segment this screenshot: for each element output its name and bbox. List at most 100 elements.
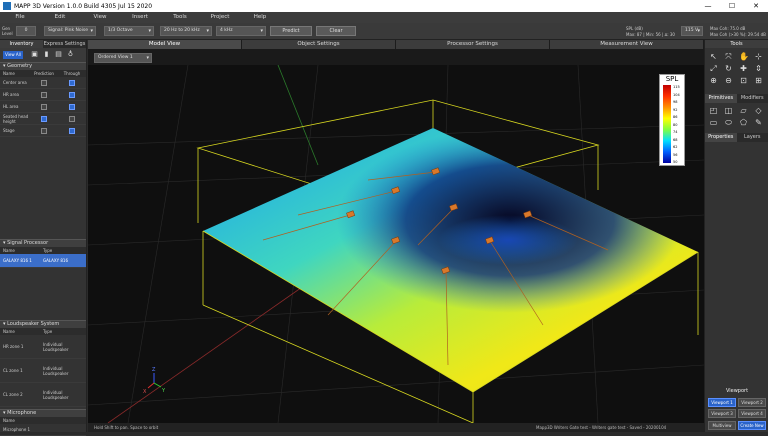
prediction-checkbox[interactable] — [41, 80, 47, 86]
snap-icon[interactable]: ⊞ — [754, 76, 763, 85]
prediction-checkbox[interactable] — [41, 116, 47, 122]
menu-help[interactable]: Help — [240, 12, 280, 23]
processor-spacer — [0, 268, 86, 320]
tab-model-view[interactable]: Model View — [88, 40, 242, 49]
prediction-checkbox[interactable] — [41, 92, 47, 98]
speaker-icon[interactable]: ▮ — [42, 50, 51, 59]
geometry-name: Center area — [0, 80, 30, 85]
move-icon[interactable]: ⤧ — [724, 52, 733, 61]
menu-file[interactable]: File — [0, 12, 40, 23]
minimize-button[interactable]: — — [696, 0, 720, 12]
tab-measurement-view[interactable]: Measurement View — [550, 40, 704, 49]
range-select[interactable]: 20 Hz to 20 kHz — [160, 26, 212, 36]
axis-x-label: X — [143, 389, 147, 395]
loudspeaker-row[interactable]: CL zone 1Individual Loudspeaker — [0, 359, 86, 383]
rotate-icon[interactable]: ↻ — [724, 64, 733, 73]
clear-button[interactable]: Clear — [316, 26, 356, 36]
maximize-button[interactable]: ☐ — [720, 0, 744, 12]
geometry-row[interactable]: Center area — [0, 77, 86, 89]
surface-icon[interactable]: ◇ — [754, 106, 763, 115]
col-through: Through — [58, 70, 86, 77]
menu-insert[interactable]: Insert — [120, 12, 160, 23]
through-checkbox[interactable] — [69, 92, 75, 98]
loudspeaker-row[interactable]: HR zone 1Individual Loudspeaker — [0, 335, 86, 359]
viewport-1-button[interactable]: Viewport 1 — [708, 398, 736, 407]
polygon-icon[interactable]: ⬠ — [739, 118, 748, 127]
geometry-section[interactable]: ▾ Geometry — [0, 62, 86, 70]
view-all-button[interactable]: View All — [3, 51, 23, 59]
rectangle-icon[interactable]: ▭ — [709, 118, 718, 127]
multiview-button[interactable]: Multiview — [708, 421, 736, 430]
legend-ticks: 115104989286807468625650 — [673, 85, 685, 163]
model-scene[interactable]: Z X Y — [88, 65, 704, 423]
menu-tools[interactable]: Tools — [160, 12, 200, 23]
tab-inventory[interactable]: Inventory — [0, 40, 43, 48]
distribute-icon[interactable]: ⇕ — [754, 64, 763, 73]
gen-level-input[interactable]: 0 — [16, 26, 36, 36]
tab-processor-settings[interactable]: Processor Settings — [396, 40, 550, 49]
plane-icon[interactable]: ▱ — [739, 106, 748, 115]
pan-icon[interactable]: ✋ — [739, 52, 748, 61]
tab-properties[interactable]: Properties — [705, 133, 737, 142]
geometry-row[interactable]: Stage — [0, 125, 86, 137]
select-icon[interactable]: ↖ — [709, 52, 718, 61]
geometry-row[interactable]: HR area — [0, 89, 86, 101]
prediction-checkbox[interactable] — [41, 128, 47, 134]
scale-icon[interactable]: ⤢ — [709, 64, 718, 73]
prediction-checkbox[interactable] — [41, 104, 47, 110]
geometry-row[interactable]: HL area — [0, 101, 86, 113]
legend-tick: 86 — [673, 115, 677, 119]
tab-modifiers[interactable]: Modifiers — [737, 94, 768, 103]
menu-edit[interactable]: Edit — [40, 12, 80, 23]
box-icon[interactable]: ◰ — [709, 106, 718, 115]
zoom-fit-icon[interactable]: ⊡ — [739, 76, 748, 85]
zoom-out-icon[interactable]: ⊖ — [724, 76, 733, 85]
frequency-select[interactable]: 4 kHz — [216, 26, 266, 36]
menu-view[interactable]: View — [80, 12, 120, 23]
level-select[interactable]: 115 V — [681, 26, 703, 36]
measure-icon[interactable]: ⊹ — [754, 52, 763, 61]
tab-layers[interactable]: Layers — [737, 133, 768, 142]
processor-icon[interactable]: ▤ — [54, 50, 63, 59]
status-file: Mapp3D Writers Gate test - Writers gate … — [536, 423, 666, 432]
close-button[interactable]: ✕ — [744, 0, 768, 12]
tools-grid: ↖ ⤧ ✋ ⊹ ⤢ ↻ ✚ ⇕ ⊕ ⊖ ⊡ ⊞ — [705, 48, 768, 89]
legend-tick: 98 — [673, 100, 677, 104]
microphone-icon[interactable]: ♁ — [66, 50, 75, 59]
through-checkbox[interactable] — [69, 116, 75, 122]
averaging-select[interactable]: 1/3 Octave — [104, 26, 154, 36]
viewport-2-button[interactable]: Viewport 2 — [738, 398, 766, 407]
predict-button[interactable]: Predict — [270, 26, 312, 36]
ellipse-icon[interactable]: ⬭ — [724, 118, 733, 127]
tab-primitives[interactable]: Primitives — [705, 94, 737, 103]
loudspeaker-section[interactable]: ▾ Loudspeaker System — [0, 320, 86, 328]
cylinder-icon[interactable]: ◫ — [724, 106, 733, 115]
viewport-3-button[interactable]: Viewport 3 — [708, 409, 736, 418]
model-viewport[interactable]: Z X Y SPL 115104989286807468625650 — [88, 65, 704, 423]
pencil-icon[interactable]: ✎ — [754, 118, 763, 127]
through-checkbox[interactable] — [69, 104, 75, 110]
through-checkbox[interactable] — [69, 80, 75, 86]
viewport-4-button[interactable]: Viewport 4 — [738, 409, 766, 418]
loudspeaker-row[interactable]: CL zone 2Individual Loudspeaker — [0, 383, 86, 407]
tab-object-settings[interactable]: Object Settings — [242, 40, 396, 49]
menu-project[interactable]: Project — [200, 12, 240, 23]
microphone-row[interactable]: Microphone 1 — [0, 424, 86, 436]
loudspeaker-type: Individual Loudspeaker — [43, 342, 83, 352]
processor-row[interactable]: GALAXY 816 1 GALAXY 816 — [0, 254, 86, 268]
layout-icon[interactable]: ▣ — [30, 50, 39, 59]
zoom-in-icon[interactable]: ⊕ — [709, 76, 718, 85]
create-new-button[interactable]: Create New — [738, 421, 766, 430]
geometry-name: HR area — [0, 92, 30, 97]
microphone-section[interactable]: ▾ Microphone — [0, 409, 86, 417]
align-icon[interactable]: ✚ — [739, 64, 748, 73]
geometry-row[interactable]: Seated head height — [0, 113, 86, 125]
spl-low-zone — [438, 215, 578, 265]
primitives-grid: ◰ ◫ ▱ ◇ ▭ ⬭ ⬠ ✎ — [705, 103, 768, 130]
view-select[interactable]: Ordered View 1 — [94, 53, 152, 63]
signal-select[interactable]: Signal: Pink Noise — [44, 26, 96, 36]
signal-processor-section[interactable]: ▾ Signal Processor — [0, 239, 86, 247]
through-checkbox[interactable] — [69, 128, 75, 134]
minmax-info: Max: 87 | Min: 56 | ∆: 30 — [626, 32, 675, 37]
tab-express-settings[interactable]: Express Settings — [43, 40, 86, 48]
